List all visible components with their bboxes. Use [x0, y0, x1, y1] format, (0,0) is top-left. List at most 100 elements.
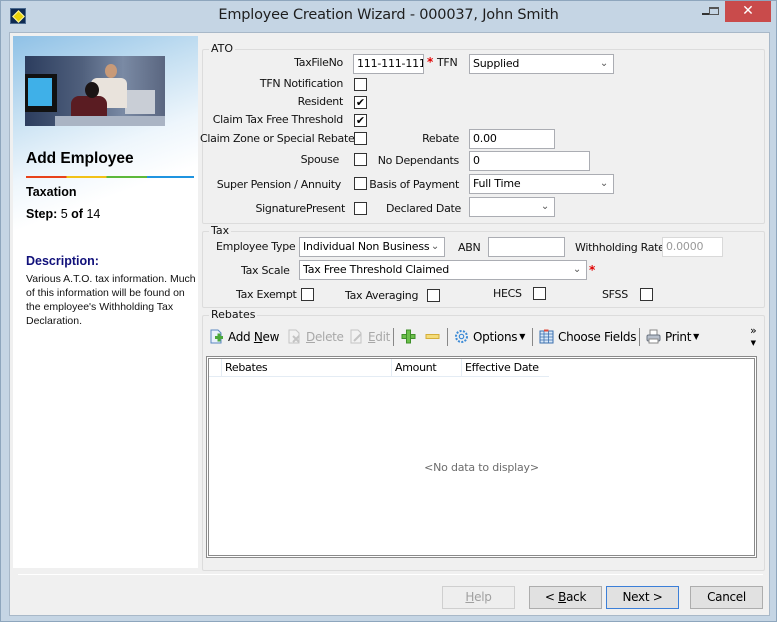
ato-legend: ATO [209, 42, 236, 55]
tax-scale-select[interactable]: Tax Free Threshold Claimed ⌄ [299, 260, 587, 280]
printer-icon [646, 329, 661, 344]
signature-present-checkbox[interactable] [354, 202, 367, 215]
tfn-notification-checkbox[interactable] [354, 78, 367, 91]
wizard-info-panel: Add Employee Taxation Step: 5 of 14 Desc… [13, 36, 198, 568]
gear-icon [454, 329, 469, 344]
wizard-heading: Add Employee [26, 150, 134, 167]
delete-button[interactable]: Delete [287, 328, 344, 346]
signature-present-label: SignaturePresent [255, 202, 345, 215]
dropdown-caret-icon: ▼ [519, 332, 526, 341]
withholding-rate-label: Withholding Rate [575, 241, 665, 254]
no-dependants-label: No Dependants [377, 154, 460, 167]
column-header-amount[interactable]: Amount [391, 359, 461, 377]
step-indicator: Step: 5 of 14 [26, 207, 100, 221]
declared-date-label: Declared Date [385, 202, 461, 215]
add-row-button[interactable] [401, 328, 420, 346]
edit-document-icon [349, 329, 364, 344]
title-bar[interactable]: Employee Creation Wizard - 000037, John … [1, 1, 776, 31]
wizard-window: Employee Creation Wizard - 000037, John … [0, 0, 777, 622]
tax-scale-value: Tax Free Threshold Claimed [303, 263, 449, 276]
back-button[interactable]: < Back [529, 586, 602, 609]
overflow-chevron-icon: » [750, 324, 757, 337]
tfn-select[interactable]: Supplied ⌄ [469, 54, 614, 74]
empty-grid-message: <No data to display> [424, 461, 539, 474]
toolbar-separator [393, 328, 394, 346]
help-button[interactable]: Help [442, 586, 515, 609]
edit-button[interactable]: Edit [349, 328, 390, 346]
close-icon: ✕ [742, 3, 754, 19]
claim-tax-free-threshold-label: Claim Tax Free Threshold [212, 113, 344, 126]
basis-of-payment-value: Full Time [473, 177, 521, 190]
claim-zone-label: Claim Zone or Special Rebate [200, 132, 355, 145]
dropdown-caret-icon: ▼ [750, 339, 756, 347]
sfss-label: SFSS [602, 288, 628, 301]
delete-document-icon [287, 329, 302, 344]
maximize-icon [709, 7, 719, 15]
remove-row-button[interactable] [425, 328, 444, 346]
column-header-rebates[interactable]: Rebates [221, 359, 391, 377]
employee-type-value: Individual Non Business [303, 240, 430, 253]
plus-icon [401, 329, 416, 344]
tax-exempt-checkbox[interactable] [301, 288, 314, 301]
heading-divider [26, 176, 194, 178]
sfss-checkbox[interactable] [640, 288, 653, 301]
rebate-label: Rebate [422, 132, 459, 145]
withholding-rate-input[interactable]: 0.0000 [662, 237, 723, 257]
toolbar-separator [532, 328, 533, 346]
step-total: 14 [86, 207, 101, 221]
description-text: Various A.T.O. tax information. Much of … [26, 273, 196, 327]
step-title: Taxation [26, 185, 77, 199]
rebates-legend: Rebates [209, 308, 258, 321]
cancel-button[interactable]: Cancel [690, 586, 763, 609]
rebates-grid[interactable]: Rebates Amount Effective Date <No data t… [206, 356, 757, 558]
abn-label: ABN [458, 241, 481, 254]
dropdown-caret-icon: ▼ [693, 332, 699, 341]
tfn-select-value: Supplied [473, 57, 520, 70]
employee-type-select[interactable]: Individual Non Business ⌄ [299, 237, 445, 257]
no-dependants-input[interactable]: 0 [469, 151, 590, 171]
close-button[interactable]: ✕ [725, 1, 771, 22]
chevron-down-icon: ⌄ [599, 58, 608, 69]
tax-legend: Tax [209, 224, 232, 237]
toolbar-overflow-button[interactable]: » ▼ [750, 324, 757, 347]
print-button[interactable]: Print ▼ [646, 328, 699, 346]
column-header-effective-date[interactable]: Effective Date [461, 359, 549, 377]
abn-input[interactable] [488, 237, 565, 257]
rebate-input[interactable]: 0.00 [469, 129, 555, 149]
basis-of-payment-label: Basis of Payment [369, 178, 459, 191]
tax-scale-label: Tax Scale [241, 264, 290, 277]
rebates-toolbar: Add New Delete Edit Options ▼ Choose Fie… [204, 325, 759, 349]
add-new-button[interactable]: Add New [209, 328, 279, 346]
resident-checkbox[interactable]: ✔ [354, 96, 367, 109]
resident-label: Resident [297, 95, 344, 108]
tfn-label: TFN [437, 56, 458, 69]
declared-date-picker[interactable]: ⌄ [469, 197, 555, 217]
chevron-down-icon: ⌄ [572, 264, 581, 275]
hecs-checkbox[interactable] [533, 287, 546, 300]
tax-file-no-input[interactable]: 111-111-111 [353, 54, 424, 74]
hecs-label: HECS [493, 287, 522, 300]
employee-type-label: Employee Type [216, 240, 296, 253]
wizard-client-area: Add Employee Taxation Step: 5 of 14 Desc… [9, 32, 770, 616]
options-button[interactable]: Options ▼ [454, 328, 525, 346]
grid-header-row: Rebates Amount Effective Date [209, 359, 549, 377]
toolbar-separator [639, 328, 640, 346]
add-document-icon [209, 329, 224, 344]
chevron-down-icon: ⌄ [430, 241, 439, 252]
office-photo [25, 56, 165, 126]
spouse-label: Spouse [300, 153, 340, 166]
tax-averaging-checkbox[interactable] [427, 289, 440, 302]
choose-fields-button[interactable]: Choose Fields [539, 328, 636, 346]
claim-tax-free-threshold-checkbox[interactable]: ✔ [354, 114, 367, 127]
tax-file-no-required-marker: * [427, 55, 434, 69]
step-of: of [71, 207, 83, 221]
spouse-checkbox[interactable] [354, 153, 367, 166]
claim-zone-checkbox[interactable] [354, 132, 367, 145]
basis-of-payment-select[interactable]: Full Time ⌄ [469, 174, 614, 194]
window-title: Employee Creation Wizard - 000037, John … [218, 7, 559, 23]
tax-exempt-label: Tax Exempt [236, 288, 297, 301]
next-button[interactable]: Next > [606, 586, 679, 609]
tax-averaging-label: Tax Averaging [345, 289, 419, 302]
minus-icon [425, 329, 440, 344]
chevron-down-icon: ⌄ [599, 178, 608, 189]
